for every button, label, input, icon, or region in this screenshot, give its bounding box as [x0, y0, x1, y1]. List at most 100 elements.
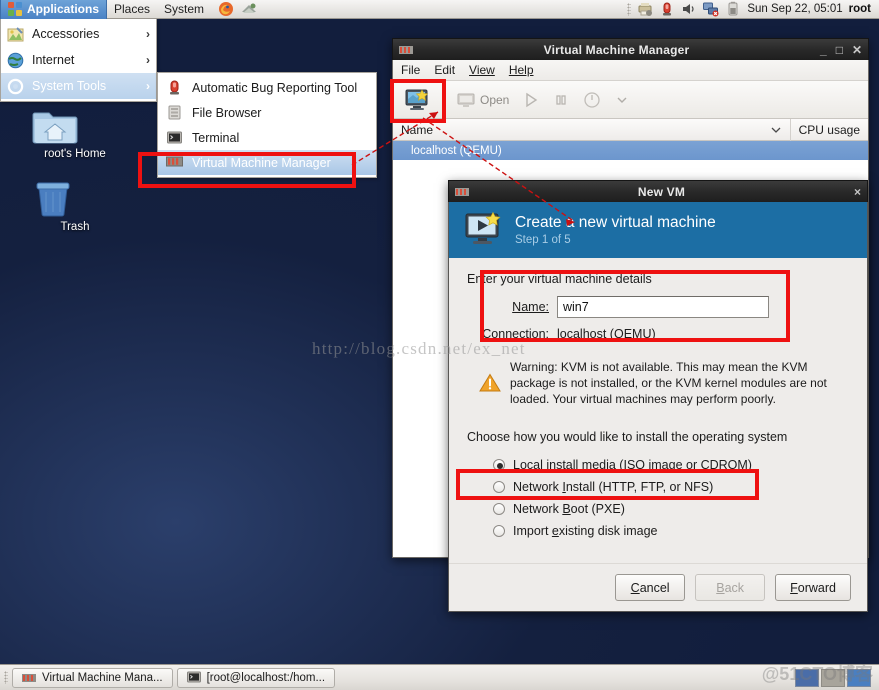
- vmm-window-controls[interactable]: _ □ ✕: [820, 43, 862, 57]
- menu-item-system-tools[interactable]: System Tools ›: [1, 73, 156, 99]
- panel-handle[interactable]: [4, 671, 8, 684]
- clock[interactable]: Sun Sep 22, 05:01: [747, 3, 842, 15]
- desktop-icon-home[interactable]: root's Home: [32, 105, 118, 160]
- workspace-1[interactable]: [795, 668, 819, 687]
- vm-name-input[interactable]: win7: [557, 296, 769, 318]
- desktop-icon-trash[interactable]: Trash: [32, 178, 118, 233]
- radio-import-disk[interactable]: Import existing disk image: [467, 520, 849, 542]
- internet-icon: [7, 52, 24, 69]
- cancel-button[interactable]: Cancel: [615, 574, 686, 601]
- radio-local-install-media[interactable]: Local install media (ISO image or CDROM): [467, 454, 849, 476]
- panel-tray[interactable]: Sun Sep 22, 05:01 root: [627, 0, 879, 19]
- new-vm-titlebar[interactable]: New VM ×: [448, 180, 868, 202]
- submenu-item-file-browser[interactable]: File Browser: [158, 100, 376, 125]
- panel-handle[interactable]: [627, 2, 632, 16]
- places-menu-button[interactable]: Places: [107, 0, 157, 19]
- new-vm-icon[interactable]: [399, 86, 435, 114]
- open-button[interactable]: Open: [452, 90, 514, 110]
- menu-view[interactable]: View: [469, 63, 495, 77]
- panel-launchers[interactable]: [211, 0, 264, 19]
- vm-connection-value: localhost (QEMU): [557, 327, 656, 341]
- column-header-name[interactable]: Name: [393, 118, 791, 141]
- network-disconnected-icon[interactable]: [703, 1, 719, 17]
- applications-menu-button[interactable]: Applications: [0, 0, 108, 19]
- submenu-item-terminal[interactable]: Terminal: [158, 125, 376, 150]
- radio-network-boot[interactable]: Network Boot (PXE): [467, 498, 849, 520]
- taskbar-item-vmm[interactable]: Virtual Machine Mana...: [12, 667, 173, 688]
- forward-button-rest: orward: [797, 580, 836, 595]
- pause-icon[interactable]: [548, 90, 574, 110]
- vmm-column-headers[interactable]: Name CPU usage: [393, 118, 868, 141]
- radio-label: Import existing disk image: [513, 523, 658, 538]
- submenu-item-label: Virtual Machine Manager: [192, 155, 331, 170]
- workspace-switcher[interactable]: [795, 668, 875, 687]
- column-header-cpu[interactable]: CPU usage: [791, 119, 868, 141]
- vmm-menubar[interactable]: File Edit View Help: [393, 60, 868, 81]
- menu-item-accessories[interactable]: Accessories ›: [1, 21, 156, 47]
- taskbar-item-terminal[interactable]: [root@localhost:/hom...: [176, 667, 336, 688]
- new-vm-close-button[interactable]: ×: [854, 185, 861, 199]
- open-button-label: Open: [480, 92, 510, 107]
- minimize-icon[interactable]: _: [820, 43, 827, 57]
- menu-file[interactable]: File: [401, 63, 420, 77]
- run-icon[interactable]: [518, 90, 544, 110]
- submenu-item-virtual-machine-manager[interactable]: Virtual Machine Manager: [158, 150, 376, 175]
- chevron-right-icon: ›: [146, 27, 150, 41]
- top-panel[interactable]: Applications Places System Sun Sep 22, 0…: [0, 0, 879, 19]
- menu-view-label: View: [469, 63, 495, 77]
- table-row[interactable]: localhost (QEMU): [393, 141, 868, 160]
- menu-help[interactable]: Help: [509, 63, 534, 77]
- desktop-icon-label: Trash: [60, 221, 90, 233]
- bug-alert-icon[interactable]: [659, 1, 675, 17]
- workspace-3[interactable]: [847, 668, 871, 687]
- firefox-icon[interactable]: [218, 1, 234, 17]
- radio-indicator[interactable]: [493, 480, 505, 493]
- new-vm-dialog[interactable]: New VM × Create a new virtual machine St…: [448, 180, 868, 612]
- applications-menu-label: Applications: [27, 2, 100, 16]
- vm-connection-row: Connection: localhost (QEMU): [467, 327, 849, 341]
- menu-edit[interactable]: Edit: [434, 63, 455, 77]
- maximize-icon[interactable]: □: [836, 43, 843, 57]
- applications-menu[interactable]: Accessories › Internet › System Tools ›: [0, 19, 157, 102]
- vmm-title-text: Virtual Machine Manager: [543, 42, 690, 57]
- workspace-2[interactable]: [821, 668, 845, 687]
- radio-label-rest: ocal install media (ISO image or CDROM): [519, 457, 752, 472]
- accessories-icon: [7, 26, 24, 43]
- menu-item-label: System Tools: [32, 79, 107, 93]
- vm-name-row: Name: win7: [467, 296, 849, 318]
- vmm-titlebar[interactable]: Virtual Machine Manager _ □ ✕: [392, 38, 869, 60]
- printer-settings-icon[interactable]: [637, 1, 653, 17]
- menu-item-internet[interactable]: Internet ›: [1, 47, 156, 73]
- back-button[interactable]: Back: [695, 574, 766, 601]
- vmm-titlebar-icon: [399, 44, 413, 56]
- volume-icon[interactable]: [681, 1, 697, 17]
- radio-indicator[interactable]: [493, 524, 505, 537]
- menu-item-label: Internet: [32, 53, 75, 67]
- chevron-down-icon[interactable]: [610, 91, 634, 109]
- radio-network-install[interactable]: Network Install (HTTP, FTP, or NFS): [467, 476, 849, 498]
- new-vm-heading: Create a new virtual machine: [515, 214, 716, 232]
- forward-button[interactable]: Forward: [775, 574, 851, 601]
- vmm-toolbar[interactable]: Open: [393, 81, 868, 119]
- submenu-item-label: Automatic Bug Reporting Tool: [192, 80, 358, 95]
- battery-icon[interactable]: [725, 1, 741, 17]
- install-method-options[interactable]: Local install media (ISO image or CDROM)…: [467, 454, 849, 542]
- new-vm-body: Create a new virtual machine Step 1 of 5…: [448, 202, 868, 612]
- close-icon[interactable]: ✕: [852, 43, 862, 57]
- shutdown-icon[interactable]: [578, 89, 606, 111]
- evolution-mail-icon[interactable]: [241, 1, 257, 17]
- kvm-warning-text: Warning: KVM is not available. This may …: [510, 360, 827, 407]
- new-vm-footer: Cancel Back Forward: [449, 563, 867, 611]
- chevron-down-icon[interactable]: [770, 124, 782, 136]
- chevron-right-icon: ›: [146, 79, 150, 93]
- close-icon[interactable]: ×: [854, 185, 861, 199]
- radio-indicator[interactable]: [493, 502, 505, 515]
- submenu-item-abrt[interactable]: Automatic Bug Reporting Tool: [158, 75, 376, 100]
- user-menu[interactable]: root: [849, 3, 871, 15]
- radio-indicator[interactable]: [493, 458, 505, 471]
- vmm-icon: [22, 672, 36, 684]
- file-browser-icon: [166, 104, 183, 121]
- bottom-panel[interactable]: Virtual Machine Mana... [root@localhost:…: [0, 664, 879, 690]
- system-menu-button[interactable]: System: [157, 0, 211, 19]
- system-tools-submenu[interactable]: Automatic Bug Reporting Tool File Browse…: [157, 72, 377, 178]
